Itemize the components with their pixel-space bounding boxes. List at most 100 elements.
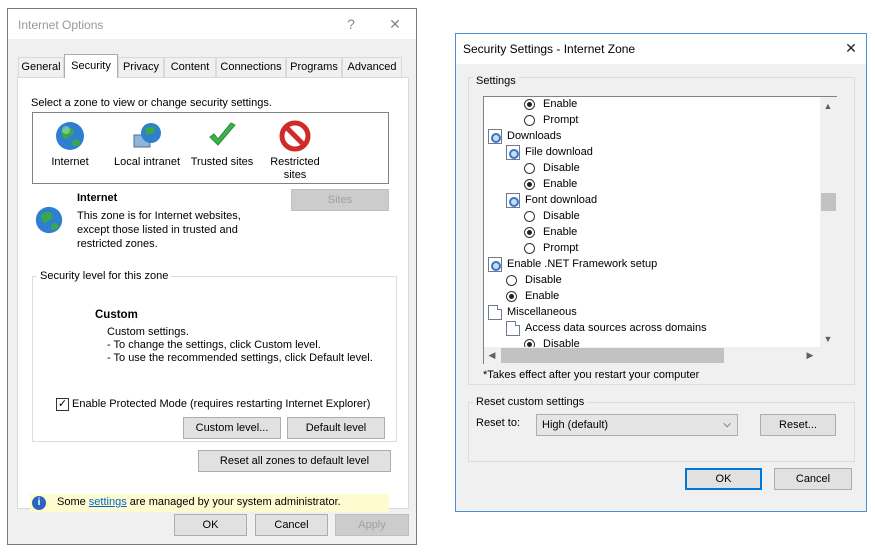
radio-option[interactable]: Enable [484, 289, 820, 305]
tree-category[interactable]: Miscellaneous [484, 305, 820, 321]
scrollbar-corner [820, 347, 837, 364]
custom-line-3: - To use the recommended settings, click… [107, 352, 373, 364]
radio-unchecked[interactable] [524, 211, 535, 222]
zone-restricted-sites[interactable]: Restricted sites [263, 119, 327, 182]
cancel-button[interactable]: Cancel [255, 514, 328, 536]
close-button[interactable]: ✕ [841, 38, 861, 58]
tree-item-label: Enable [543, 98, 578, 110]
tree-item-label: Font download [525, 194, 598, 206]
radio-checked[interactable] [506, 291, 517, 302]
ok-button[interactable]: OK [174, 514, 247, 536]
zone-list: Internet Local intranet Trusted sites Re… [32, 112, 389, 184]
reset-to-label: Reset to: [476, 417, 521, 429]
tree-item-label: Access data sources across domains [525, 322, 707, 334]
scroll-thumb-horizontal[interactable] [501, 348, 724, 363]
radio-option[interactable]: Prompt [484, 241, 820, 257]
no-entry-icon [278, 119, 312, 153]
reset-button[interactable]: Reset... [760, 414, 836, 436]
info-bar: i Some settings are managed by your syst… [30, 494, 389, 512]
radio-unchecked[interactable] [524, 115, 535, 126]
tree-setting[interactable]: Access data sources across domains [484, 321, 820, 337]
protected-mode-label: Enable Protected Mode (requires restarti… [72, 398, 371, 410]
tree-item-label: Prompt [543, 242, 579, 254]
info-icon: i [32, 496, 46, 510]
sites-button[interactable]: Sites [291, 189, 389, 211]
settings-tree[interactable]: Enable Prompt Downloads File download Disabl… [483, 96, 837, 364]
radio-checked[interactable] [524, 339, 535, 347]
radio-option[interactable]: Disable [484, 273, 820, 289]
title-bar: Internet Options ? ✕ [8, 9, 416, 39]
radio-option[interactable]: Prompt [484, 113, 820, 129]
zone-label: Restricted sites [270, 156, 320, 181]
cancel-button[interactable]: Cancel [774, 468, 852, 490]
tree-item-label: Disable [543, 338, 580, 347]
scroll-left-icon[interactable]: ◀ [484, 350, 500, 361]
scroll-thumb[interactable] [821, 193, 836, 211]
zone-name: Internet [77, 192, 118, 204]
scroll-down-icon[interactable]: ▼ [820, 334, 836, 344]
reset-to-value: High (default) [542, 419, 609, 431]
tab-connections[interactable]: Connections [216, 57, 286, 77]
tree-rows: Enable Prompt Downloads File download Disabl… [484, 97, 821, 347]
radio-checked[interactable] [524, 99, 535, 110]
select-zone-text: Select a zone to view or change security… [31, 97, 272, 109]
zone-internet[interactable]: Internet [43, 119, 97, 169]
help-button[interactable]: ? [341, 14, 361, 34]
close-button[interactable]: ✕ [385, 14, 405, 34]
zone-label: Trusted sites [190, 156, 254, 168]
zone-local-intranet[interactable]: Local intranet [107, 119, 187, 169]
vertical-scrollbar[interactable]: ▲ ▼ [820, 97, 837, 347]
ok-button[interactable]: OK [685, 468, 762, 490]
tree-setting[interactable]: Enable .NET Framework setup [484, 257, 820, 273]
radio-checked[interactable] [524, 227, 535, 238]
document-icon [488, 305, 502, 320]
tab-security[interactable]: Security [64, 54, 118, 78]
tree-item-label: Miscellaneous [507, 306, 577, 318]
tab-content[interactable]: Content [164, 57, 216, 77]
reset-all-zones-button[interactable]: Reset all zones to default level [198, 450, 391, 472]
info-text: Some settings are managed by your system… [57, 496, 341, 508]
settings-group-title: Settings [473, 75, 519, 87]
settings-gear-icon [506, 193, 520, 208]
horizontal-scrollbar[interactable]: ◀ ▶ [484, 347, 820, 364]
scroll-up-icon[interactable]: ▲ [820, 101, 836, 111]
window-title: Security Settings - Internet Zone [463, 42, 636, 56]
security-settings-window: Security Settings - Internet Zone ✕ Sett… [455, 33, 867, 512]
info-suffix: are managed by your system administrator… [126, 496, 341, 508]
radio-unchecked[interactable] [524, 163, 535, 174]
radio-unchecked[interactable] [506, 275, 517, 286]
radio-option[interactable]: Enable [484, 177, 820, 193]
tree-setting[interactable]: File download [484, 145, 820, 161]
tab-advanced[interactable]: Advanced [342, 57, 402, 77]
reset-custom-title: Reset custom settings [473, 396, 588, 408]
tree-setting[interactable]: Font download [484, 193, 820, 209]
radio-option[interactable]: Disable [484, 337, 820, 347]
default-level-button[interactable]: Default level [287, 417, 385, 439]
tab-programs[interactable]: Programs [286, 57, 342, 77]
radio-option[interactable]: Enable [484, 225, 820, 241]
tab-general[interactable]: General [18, 57, 64, 77]
protected-mode-checkbox[interactable]: ✓ [56, 398, 69, 411]
settings-gear-icon [488, 129, 502, 144]
custom-title: Custom [95, 309, 138, 321]
apply-button[interactable]: Apply [335, 514, 409, 536]
tree-item-label: Enable [543, 178, 578, 190]
tree-category[interactable]: Downloads [484, 129, 820, 145]
radio-checked[interactable] [524, 179, 535, 190]
reset-to-select[interactable]: High (default) ⌵ [536, 414, 738, 436]
radio-option[interactable]: Disable [484, 161, 820, 177]
title-bar: Security Settings - Internet Zone ✕ [456, 34, 866, 64]
settings-link[interactable]: settings [89, 496, 127, 508]
radio-option[interactable]: Enable [484, 97, 820, 113]
radio-unchecked[interactable] [524, 243, 535, 254]
zone-label: Local intranet [113, 156, 181, 168]
tree-item-label: Disable [543, 162, 580, 174]
tab-privacy[interactable]: Privacy [118, 57, 164, 77]
custom-level-button[interactable]: Custom level... [183, 417, 281, 439]
internet-options-window: Internet Options ? ✕ General Security Pr… [7, 8, 417, 545]
radio-option[interactable]: Disable [484, 209, 820, 225]
tree-item-label: File download [525, 146, 593, 158]
zone-trusted-sites[interactable]: Trusted sites [187, 119, 257, 169]
security-level-title: Security level for this zone [37, 270, 172, 282]
scroll-right-icon[interactable]: ▶ [802, 350, 818, 361]
